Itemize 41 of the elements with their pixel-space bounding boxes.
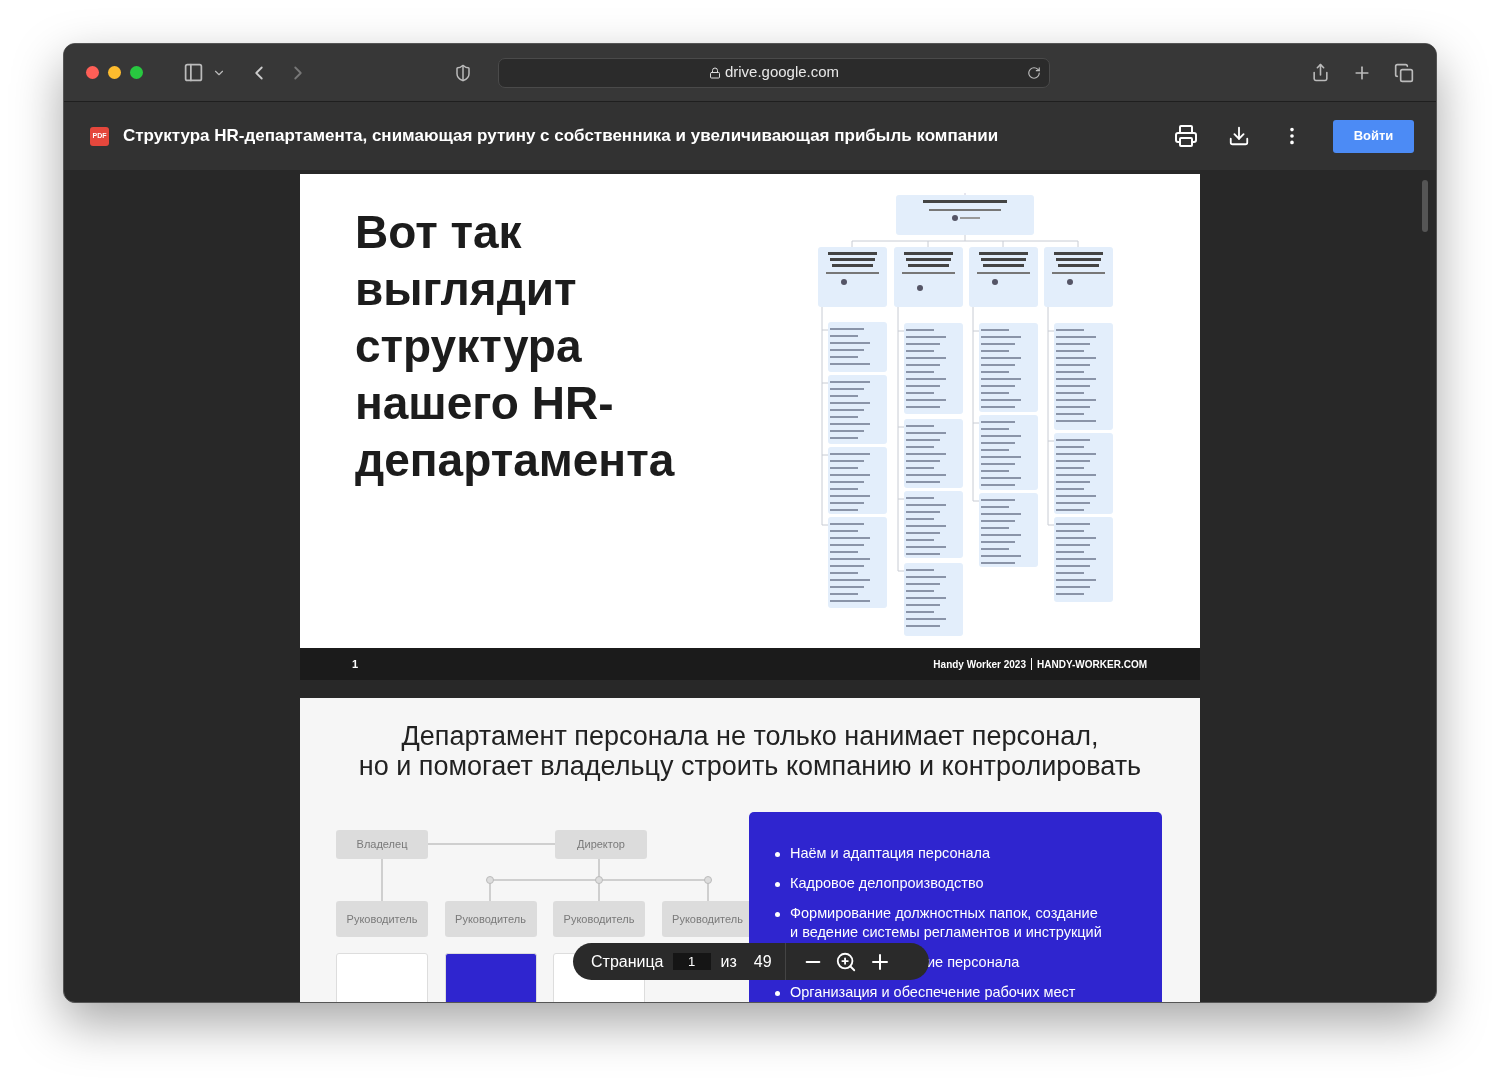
diagram-node: Руководитель bbox=[336, 901, 428, 937]
sidebar-icon[interactable] bbox=[183, 62, 204, 83]
page-input[interactable]: 1 bbox=[672, 953, 711, 970]
bullet-icon bbox=[775, 991, 780, 996]
bullet-icon bbox=[775, 912, 780, 917]
share-icon[interactable] bbox=[1311, 63, 1330, 82]
close-window-button[interactable] bbox=[86, 66, 99, 79]
list-item-text: Формирование должностных папок, создание и ведение системы регламентов и инструкций bbox=[790, 904, 1103, 942]
footer-brand: Handy Worker 2023 bbox=[933, 657, 1026, 672]
slide-heading: Вот так выглядит структура нашего HR-департамента bbox=[355, 205, 676, 488]
page-total: 49 bbox=[753, 951, 772, 972]
list-item-text: Кадровое делопроизводство bbox=[790, 874, 985, 893]
list-item-text: Организация и обеспечение рабочих мест bbox=[790, 983, 1077, 1002]
diagram-node: Руководитель bbox=[444, 901, 537, 937]
shield-icon[interactable] bbox=[454, 63, 472, 82]
print-icon[interactable] bbox=[1174, 124, 1198, 148]
footer-site: HANDY-WORKER.COM bbox=[1037, 657, 1147, 672]
diagram-node: Директор bbox=[555, 830, 647, 859]
slide-heading: Департамент персонала не только нанимает персонал, bbox=[401, 721, 1099, 751]
reload-icon[interactable] bbox=[1027, 65, 1041, 80]
list-item-text: Наём и адаптация персонала bbox=[790, 844, 992, 863]
zoom-window-button[interactable] bbox=[130, 66, 143, 79]
address-bar[interactable]: drive.google.com bbox=[498, 57, 1050, 88]
scrollbar[interactable] bbox=[1422, 180, 1428, 232]
zoom-icon[interactable] bbox=[834, 950, 857, 973]
bullet-icon bbox=[775, 852, 780, 857]
tabs-overview-icon[interactable] bbox=[1394, 62, 1414, 83]
connector-line bbox=[381, 859, 383, 901]
page-number: 1 bbox=[352, 656, 359, 672]
diagram-node: Руководитель bbox=[553, 901, 645, 937]
document-title: Структура HR-департамента, снимающая рутину с собственника и увеличивающая прибыль компании bbox=[123, 125, 999, 148]
page-of-label: из bbox=[720, 951, 737, 972]
bullet-icon bbox=[775, 882, 780, 887]
list-item-text: ие персонала bbox=[927, 953, 1020, 972]
diagram-node: Владелец bbox=[336, 830, 428, 859]
lock-icon bbox=[708, 66, 721, 79]
minimize-window-button[interactable] bbox=[108, 66, 121, 79]
url-text: drive.google.com bbox=[724, 62, 840, 83]
download-icon[interactable] bbox=[1228, 125, 1250, 147]
page-label: Страница bbox=[591, 951, 664, 972]
slide-heading: но и помогает владельцу строить компанию и контролировать bbox=[358, 751, 1142, 781]
